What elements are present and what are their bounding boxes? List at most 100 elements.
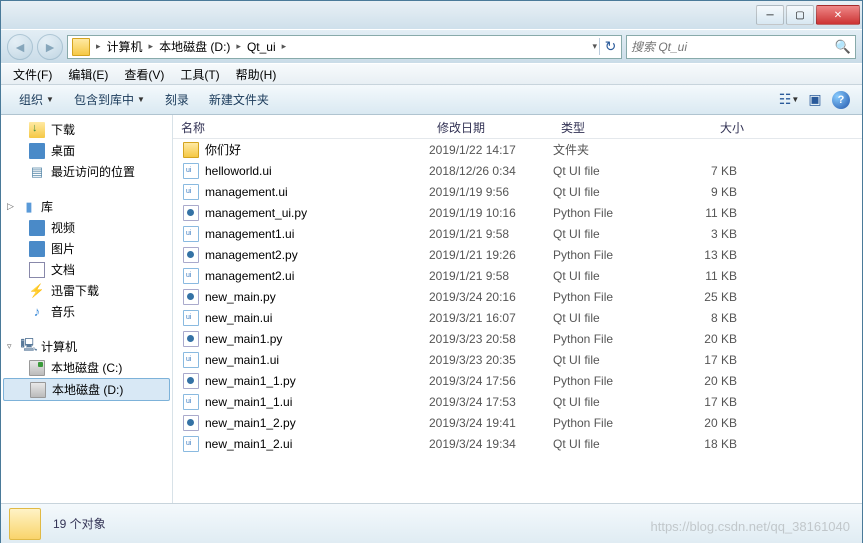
sidebar-item-drive-d[interactable]: 本地磁盘 (D:)	[3, 378, 170, 401]
menu-view[interactable]: 查看(V)	[116, 64, 172, 85]
sidebar-item-desktop[interactable]: 桌面	[1, 140, 172, 161]
file-row[interactable]: new_main1_1.py2019/3/24 17:56Python File…	[173, 370, 862, 391]
breadcrumb-seg[interactable]: Qt_ui	[243, 40, 280, 54]
file-type: Qt UI file	[553, 353, 669, 367]
file-date: 2018/12/26 0:34	[429, 164, 553, 178]
menu-tools[interactable]: 工具(T)	[172, 64, 227, 85]
burn-button[interactable]: 刻录	[155, 87, 199, 112]
file-list: 名称 修改日期 类型 大小 你们好2019/1/22 14:17文件夹hello…	[173, 115, 862, 503]
file-name: management2.py	[205, 248, 298, 262]
chevron-right-icon[interactable]: ▸	[234, 41, 243, 52]
py-icon	[183, 247, 199, 263]
file-size: 7 KB	[669, 164, 753, 178]
sidebar-item-pictures[interactable]: 图片	[1, 238, 172, 259]
view-options-button[interactable]: ☷ ▼	[776, 89, 802, 111]
search-input[interactable]	[631, 40, 835, 54]
file-row[interactable]: new_main.ui2019/3/21 16:07Qt UI file8 KB	[173, 307, 862, 328]
file-size: 8 KB	[669, 311, 753, 325]
chevron-right-icon[interactable]: ▸	[94, 41, 103, 52]
drive-icon	[30, 382, 46, 398]
titlebar[interactable]: ─ ▢ ✕	[1, 1, 862, 29]
content-area: 下载 桌面 ▤最近访问的位置 ▷▮库 视频 图片 文档 ⚡迅雷下载 ♪音乐 ▿🖳…	[1, 115, 862, 503]
computer-icon: 🖳	[21, 339, 37, 355]
preview-pane-button[interactable]: ▣	[802, 89, 828, 111]
chevron-down-icon[interactable]: ▾	[590, 41, 599, 52]
maximize-button[interactable]: ▢	[786, 5, 814, 25]
help-button[interactable]: ?	[828, 89, 854, 111]
column-size[interactable]: 大小	[669, 115, 753, 138]
file-row[interactable]: management2.py2019/1/21 19:26Python File…	[173, 244, 862, 265]
chevron-right-icon[interactable]: ▸	[147, 41, 156, 52]
new-folder-button[interactable]: 新建文件夹	[199, 87, 279, 112]
sidebar-item-music[interactable]: ♪音乐	[1, 301, 172, 322]
py-icon	[183, 415, 199, 431]
py-icon	[183, 289, 199, 305]
nav-bar: ◄ ► ▸ 计算机 ▸ 本地磁盘 (D:) ▸ Qt_ui ▸ ▾ ↻ 🔍	[1, 29, 862, 63]
sidebar-item-videos[interactable]: 视频	[1, 217, 172, 238]
file-name: new_main.py	[205, 290, 276, 304]
status-count: 19 个对象	[53, 515, 106, 532]
minimize-button[interactable]: ─	[756, 5, 784, 25]
column-type[interactable]: 类型	[553, 115, 669, 138]
library-icon: ▮	[21, 199, 37, 215]
search-box[interactable]: 🔍	[626, 35, 856, 59]
back-button[interactable]: ◄	[7, 34, 33, 60]
breadcrumb-seg[interactable]: 计算机	[103, 38, 147, 55]
file-row[interactable]: new_main1.py2019/3/23 20:58Python File20…	[173, 328, 862, 349]
breadcrumb[interactable]: ▸ 计算机 ▸ 本地磁盘 (D:) ▸ Qt_ui ▸ ▾ ↻	[67, 35, 622, 59]
menu-edit[interactable]: 编辑(E)	[60, 64, 116, 85]
video-icon	[29, 220, 45, 236]
include-library-button[interactable]: 包含到库中▼	[64, 87, 155, 112]
file-type: Qt UI file	[553, 437, 669, 451]
file-date: 2019/3/23 20:58	[429, 332, 553, 346]
organize-button[interactable]: 组织▼	[9, 87, 64, 112]
file-row[interactable]: new_main1_2.ui2019/3/24 19:34Qt UI file1…	[173, 433, 862, 454]
xunlei-icon: ⚡	[29, 283, 45, 299]
file-type: 文件夹	[553, 141, 669, 158]
file-name: new_main1_2.py	[205, 416, 296, 430]
file-row[interactable]: new_main1_2.py2019/3/24 19:41Python File…	[173, 412, 862, 433]
breadcrumb-seg[interactable]: 本地磁盘 (D:)	[155, 38, 234, 55]
file-row[interactable]: new_main.py2019/3/24 20:16Python File25 …	[173, 286, 862, 307]
file-size: 11 KB	[669, 269, 753, 283]
chevron-right-icon[interactable]: ▸	[280, 41, 289, 52]
file-row[interactable]: new_main1.ui2019/3/23 20:35Qt UI file17 …	[173, 349, 862, 370]
file-row[interactable]: new_main1_1.ui2019/3/24 17:53Qt UI file1…	[173, 391, 862, 412]
file-row[interactable]: management.ui2019/1/19 9:56Qt UI file9 K…	[173, 181, 862, 202]
search-icon[interactable]: 🔍	[835, 39, 851, 55]
file-row[interactable]: management1.ui2019/1/21 9:58Qt UI file3 …	[173, 223, 862, 244]
file-row[interactable]: 你们好2019/1/22 14:17文件夹	[173, 139, 862, 160]
file-size: 20 KB	[669, 374, 753, 388]
menu-help[interactable]: 帮助(H)	[228, 64, 285, 85]
column-name[interactable]: 名称	[173, 115, 429, 138]
file-date: 2019/3/23 20:35	[429, 353, 553, 367]
ui-icon	[183, 184, 199, 200]
sidebar-libraries[interactable]: ▷▮库	[1, 196, 172, 217]
close-button[interactable]: ✕	[816, 5, 860, 25]
sidebar-item-recent[interactable]: ▤最近访问的位置	[1, 161, 172, 182]
file-date: 2019/3/24 17:56	[429, 374, 553, 388]
sidebar-computer[interactable]: ▿🖳计算机	[1, 336, 172, 357]
file-size: 18 KB	[669, 437, 753, 451]
sidebar-item-documents[interactable]: 文档	[1, 259, 172, 280]
sidebar-item-xunlei[interactable]: ⚡迅雷下载	[1, 280, 172, 301]
toolbar: 组织▼ 包含到库中▼ 刻录 新建文件夹 ☷ ▼ ▣ ?	[1, 85, 862, 115]
file-date: 2019/1/21 19:26	[429, 248, 553, 262]
file-type: Qt UI file	[553, 164, 669, 178]
sidebar-item-drive-c[interactable]: 本地磁盘 (C:)	[1, 357, 172, 378]
file-type: Qt UI file	[553, 227, 669, 241]
file-type: Python File	[553, 206, 669, 220]
desktop-icon	[29, 143, 45, 159]
menu-file[interactable]: 文件(F)	[5, 64, 60, 85]
forward-button[interactable]: ►	[37, 34, 63, 60]
help-icon: ?	[832, 91, 850, 109]
file-row[interactable]: management2.ui2019/1/21 9:58Qt UI file11…	[173, 265, 862, 286]
sidebar-item-downloads[interactable]: 下载	[1, 119, 172, 140]
file-row[interactable]: helloworld.ui2018/12/26 0:34Qt UI file7 …	[173, 160, 862, 181]
refresh-button[interactable]: ↻	[599, 38, 621, 55]
file-row[interactable]: management_ui.py2019/1/19 10:16Python Fi…	[173, 202, 862, 223]
file-rows: 你们好2019/1/22 14:17文件夹helloworld.ui2018/1…	[173, 139, 862, 454]
ui-icon	[183, 226, 199, 242]
file-size: 20 KB	[669, 332, 753, 346]
column-date[interactable]: 修改日期	[429, 115, 553, 138]
